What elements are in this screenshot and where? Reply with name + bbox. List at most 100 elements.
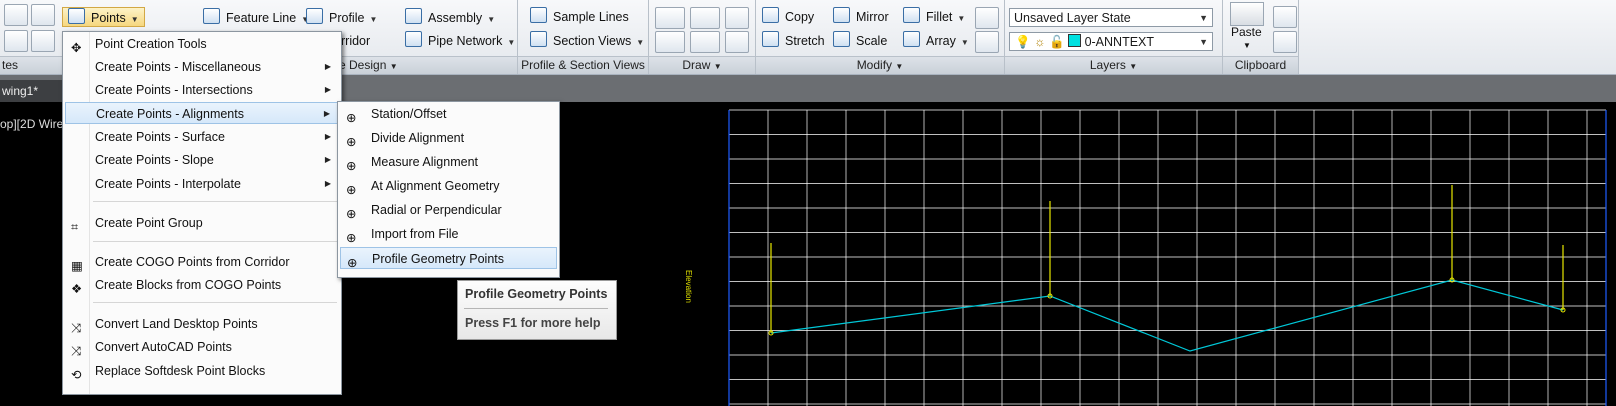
profile-geometry-points-icon: ⊕ (347, 256, 358, 270)
document-tab[interactable]: wing1* (0, 80, 64, 102)
menu-item-point-creation-tools[interactable]: ✥ Point Creation Tools (65, 33, 339, 55)
submenu-item-measure-alignment[interactable]: ⊕ Measure Alignment (340, 151, 557, 173)
rectangle-tool-icon[interactable] (725, 7, 749, 29)
import-file-icon: ⊕ (346, 231, 357, 245)
point-group-icon: ⌗ (71, 220, 79, 234)
fillet-button[interactable]: Fillet ▼ (903, 7, 965, 27)
array-icon (903, 31, 920, 47)
create-tool-icon[interactable] (31, 30, 55, 52)
submenu-item-station-offset[interactable]: ⊕ Station/Offset (340, 103, 557, 125)
section-views-button[interactable]: Section Views ▼ (530, 31, 644, 51)
menu-item-create-points-alignments[interactable]: Create Points - Alignments ▶ (65, 102, 339, 124)
sun-icon: ☼ (1034, 35, 1046, 49)
menu-item-create-points-surface[interactable]: Create Points - Surface ▶ (65, 126, 339, 148)
submenu-arrow-icon: ▶ (324, 132, 331, 141)
stretch-icon (762, 31, 779, 47)
point-creation-tools-icon: ✥ (71, 41, 82, 55)
corridor-points-icon: ▦ (71, 259, 83, 273)
hatch-tool-icon[interactable] (725, 31, 749, 53)
match-properties-icon[interactable] (1273, 31, 1297, 53)
radial-perpendicular-icon: ⊕ (346, 207, 357, 221)
replace-blocks-icon: ⟲ (71, 368, 82, 382)
modify-extra-icon[interactable] (975, 7, 999, 29)
scale-icon (833, 31, 850, 47)
line-tool-icon[interactable] (655, 7, 685, 29)
feature-line-button[interactable]: Feature Line▼ (203, 8, 309, 28)
profile-button[interactable]: Profile ▼ (306, 8, 377, 28)
tooltip-help: Press F1 for more help (465, 316, 601, 330)
layer-dropdown[interactable]: 💡 ☼ 🔓 0-ANNTEXT ▼ (1009, 32, 1213, 51)
panel-title-modify[interactable]: Modify ▼ (756, 56, 1004, 74)
pipe-network-button[interactable]: Pipe Network ▼ (405, 31, 515, 51)
layer-color-swatch (1068, 34, 1082, 47)
menu-item-convert-land-desktop-points[interactable]: ⤨ Convert Land Desktop Points (65, 313, 339, 335)
tooltip: Profile Geometry Points Press F1 for mor… (457, 280, 617, 340)
layer-state-dropdown[interactable]: Unsaved Layer State ▼ (1009, 8, 1213, 27)
lightbulb-icon: 💡 (1015, 35, 1031, 49)
blocks-from-points-icon: ❖ (71, 282, 83, 296)
panel-title-layers[interactable]: Layers ▼ (1005, 56, 1222, 74)
submenu-item-radial-or-perpendicular[interactable]: ⊕ Radial or Perpendicular (340, 199, 557, 221)
convert-autocad-points-icon: ⤨ (71, 344, 82, 358)
submenu-item-at-alignment-geometry[interactable]: ⊕ At Alignment Geometry (340, 175, 557, 197)
divide-alignment-icon: ⊕ (346, 135, 357, 149)
assembly-button[interactable]: Assembly ▼ (405, 8, 495, 28)
menu-item-create-blocks-from-cogo-points[interactable]: ❖ Create Blocks from COGO Points (65, 274, 339, 296)
sample-lines-icon (530, 7, 547, 23)
corridor-button[interactable]: rridor (341, 31, 370, 51)
fillet-icon (903, 7, 920, 23)
convert-points-icon: ⤨ (71, 321, 82, 335)
menu-item-replace-softdesk-point-blocks[interactable]: ⟲ Replace Softdesk Point Blocks (65, 360, 339, 382)
ellipse-tool-icon[interactable] (690, 31, 720, 53)
panel-title-draw[interactable]: Draw ▼ (649, 56, 755, 74)
scale-button[interactable]: Scale (833, 31, 887, 51)
menu-item-convert-autocad-points[interactable]: ⤨ Convert AutoCAD Points (65, 336, 339, 358)
points-menu-button[interactable]: Points ▼ (62, 7, 145, 27)
paste-dropdown-arrow[interactable]: ▼ (1243, 36, 1251, 56)
y-axis-label: Elevation (684, 270, 693, 303)
polyline-tool-icon[interactable] (655, 31, 685, 53)
submenu-arrow-icon: ▶ (324, 179, 331, 188)
submenu-arrow-icon: ▶ (324, 85, 331, 94)
mirror-icon (833, 7, 850, 23)
circle-tool-icon[interactable] (690, 7, 720, 29)
array-button[interactable]: Array ▼ (903, 31, 969, 51)
create-tool-icon[interactable] (4, 30, 28, 52)
menu-item-create-points-miscellaneous[interactable]: Create Points - Miscellaneous ▶ (65, 56, 339, 78)
alignments-submenu: ⊕ Station/Offset ⊕ Divide Alignment ⊕ Measu… (337, 101, 560, 278)
profile-line (770, 279, 1564, 352)
panel-title-design[interactable]: e Design ▼ (339, 56, 517, 74)
submenu-arrow-icon: ▶ (323, 109, 330, 118)
copy-button[interactable]: Copy (762, 7, 814, 27)
mirror-button[interactable]: Mirror (833, 7, 889, 27)
sample-lines-button[interactable]: Sample Lines (530, 7, 629, 27)
menu-item-create-points-intersections[interactable]: Create Points - Intersections ▶ (65, 79, 339, 101)
submenu-item-profile-geometry-points[interactable]: ⊕ Profile Geometry Points (340, 247, 557, 270)
profile-icon (306, 8, 323, 24)
create-tool-icon[interactable] (31, 4, 55, 26)
modify-extra-icon[interactable] (975, 31, 999, 53)
submenu-item-import-from-file[interactable]: ⊕ Import from File (340, 223, 557, 245)
panel-title-create[interactable]: tes (0, 56, 62, 74)
submenu-arrow-icon: ▶ (324, 62, 331, 71)
section-views-icon (530, 31, 547, 47)
submenu-item-divide-alignment[interactable]: ⊕ Divide Alignment (340, 127, 557, 149)
assembly-icon (405, 8, 422, 24)
panel-title-profile-section-views[interactable]: Profile & Section Views (518, 56, 648, 74)
menu-item-create-cogo-points-from-corridor[interactable]: ▦ Create COGO Points from Corridor (65, 251, 339, 273)
stretch-button[interactable]: Stretch (762, 31, 825, 51)
tooltip-title: Profile Geometry Points (465, 287, 608, 301)
feature-line-icon (203, 8, 220, 24)
menu-item-create-points-slope[interactable]: Create Points - Slope ▶ (65, 149, 339, 171)
points-icon (68, 8, 85, 24)
menu-item-create-point-group[interactable]: ⌗ Create Point Group (65, 212, 339, 234)
copy-icon (762, 7, 779, 23)
pipe-network-icon (405, 31, 422, 47)
alignment-geometry-icon: ⊕ (346, 183, 357, 197)
menu-item-create-points-interpolate[interactable]: Create Points - Interpolate ▶ (65, 173, 339, 195)
create-tool-icon[interactable] (4, 4, 28, 26)
measure-alignment-icon: ⊕ (346, 159, 357, 173)
copy-clip-icon[interactable] (1273, 6, 1297, 28)
submenu-arrow-icon: ▶ (324, 155, 331, 164)
panel-title-clipboard[interactable]: Clipboard (1223, 56, 1298, 74)
